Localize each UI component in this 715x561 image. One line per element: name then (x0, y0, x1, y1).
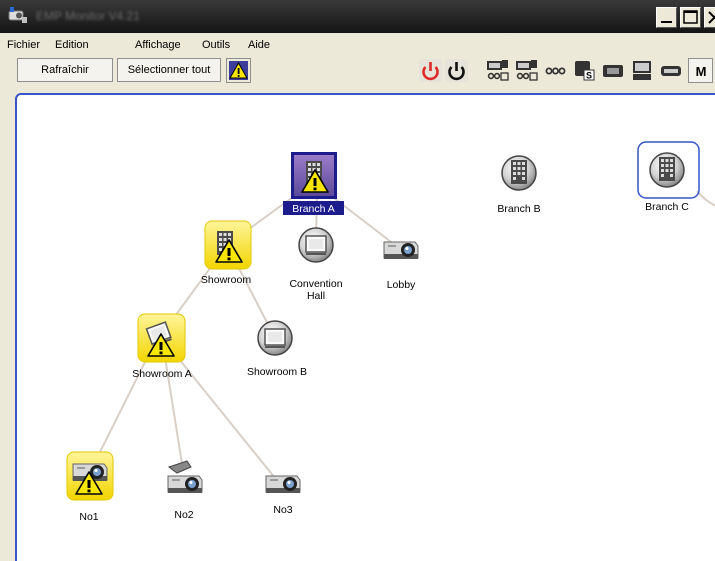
node-no2[interactable]: No2 (167, 460, 203, 521)
maximize-icon (683, 10, 698, 24)
node-showroom-label: Showroom (201, 274, 251, 286)
screen-icon (264, 328, 286, 348)
refresh-button[interactable]: Rafraîchir (17, 58, 113, 82)
node-convention-hall[interactable]: Convention Hall (289, 227, 343, 302)
source-s-button[interactable]: S (572, 58, 597, 83)
node-branch-c[interactable]: Branch C (637, 141, 700, 213)
group-view-canvas[interactable]: Branch A Branch B Branch C Showroom Conv… (15, 93, 715, 561)
screen-icon (305, 235, 327, 255)
node-showroom-b-label: Showroom B (247, 366, 307, 378)
building-icon (659, 157, 675, 181)
source-computer-icon (633, 61, 651, 80)
projector-icon (265, 475, 301, 494)
power-on-button[interactable] (418, 58, 443, 83)
source-computer-button[interactable] (630, 58, 655, 83)
left-margin (0, 91, 15, 561)
menu-fichier[interactable]: Fichier (7, 39, 40, 51)
edge-branch-c-offscreen (696, 190, 715, 207)
source-video-icon (603, 65, 623, 77)
power-off-button[interactable] (444, 58, 469, 83)
group-tree: Branch A Branch B Branch C Showroom Conv… (66, 141, 715, 523)
window-title: EMP Monitor V4.21 (36, 9, 140, 23)
node-no2-label: No2 (174, 509, 193, 521)
title-bar[interactable]: EMP Monitor V4.21 (0, 0, 715, 33)
node-branch-c-label: Branch C (645, 201, 689, 213)
node-branch-a[interactable]: Branch A (283, 152, 344, 215)
node-showroom-b[interactable]: Showroom B (247, 320, 307, 378)
av-mute-icon (545, 67, 566, 75)
node-branch-b-label: Branch B (497, 203, 540, 215)
power-off-icon (445, 59, 468, 82)
av-mute-button[interactable] (543, 58, 568, 83)
building-icon (511, 160, 527, 184)
node-no3[interactable]: No3 (265, 475, 301, 516)
warning-icon (229, 61, 248, 80)
close-button[interactable] (704, 7, 715, 28)
app-window: EMP Monitor V4.21 Fichier Edition Affich… (0, 0, 715, 561)
node-convention-hall-label-line2: Hall (307, 290, 325, 302)
node-no3-label: No3 (273, 504, 292, 516)
menu-aide[interactable]: Aide (248, 39, 270, 51)
minimize-icon (661, 21, 672, 23)
power-on-icon (419, 59, 442, 82)
input1-icon (487, 60, 509, 81)
node-lobby-label: Lobby (387, 279, 416, 291)
menu-outils[interactable]: Outils (202, 39, 230, 51)
menu-bar: Fichier Edition Affichage Outils Aide (0, 33, 715, 55)
close-icon (708, 11, 715, 24)
node-lobby[interactable]: Lobby (383, 241, 419, 291)
source-video-button[interactable] (601, 58, 626, 83)
toolbar: Rafraîchir Sélectionner tout S M (0, 55, 715, 91)
input2-button[interactable] (514, 58, 539, 83)
projector-icon (383, 241, 419, 260)
source-dvi-button[interactable] (659, 58, 684, 83)
menu-edition[interactable]: Edition (55, 39, 89, 51)
svg-text:S: S (586, 71, 592, 81)
menu-m-button[interactable]: M (688, 58, 713, 83)
input1-button[interactable] (485, 58, 510, 83)
source-dvi-icon (661, 66, 681, 76)
select-all-button[interactable]: Sélectionner tout (117, 58, 221, 82)
node-convention-hall-label-line1: Convention (289, 278, 342, 290)
node-no1[interactable]: No1 (66, 451, 114, 523)
node-showroom-a[interactable]: Showroom A (132, 313, 192, 380)
minimize-button[interactable] (656, 7, 677, 28)
node-branch-b[interactable]: Branch B (497, 155, 541, 215)
app-icon (8, 7, 27, 23)
maximize-button[interactable] (680, 7, 701, 28)
source-s-icon: S (575, 61, 595, 81)
svg-text:M: M (696, 64, 707, 79)
warning-filter-button[interactable] (226, 58, 251, 83)
projector-camera-icon (167, 460, 203, 494)
node-no1-label: No1 (79, 511, 98, 523)
node-showroom[interactable]: Showroom (201, 220, 252, 286)
menu-affichage[interactable]: Affichage (135, 39, 181, 51)
input2-icon (516, 60, 538, 81)
node-showroom-a-label: Showroom A (132, 368, 192, 380)
menu-m-icon: M (696, 64, 707, 79)
node-branch-a-label: Branch A (292, 203, 335, 215)
